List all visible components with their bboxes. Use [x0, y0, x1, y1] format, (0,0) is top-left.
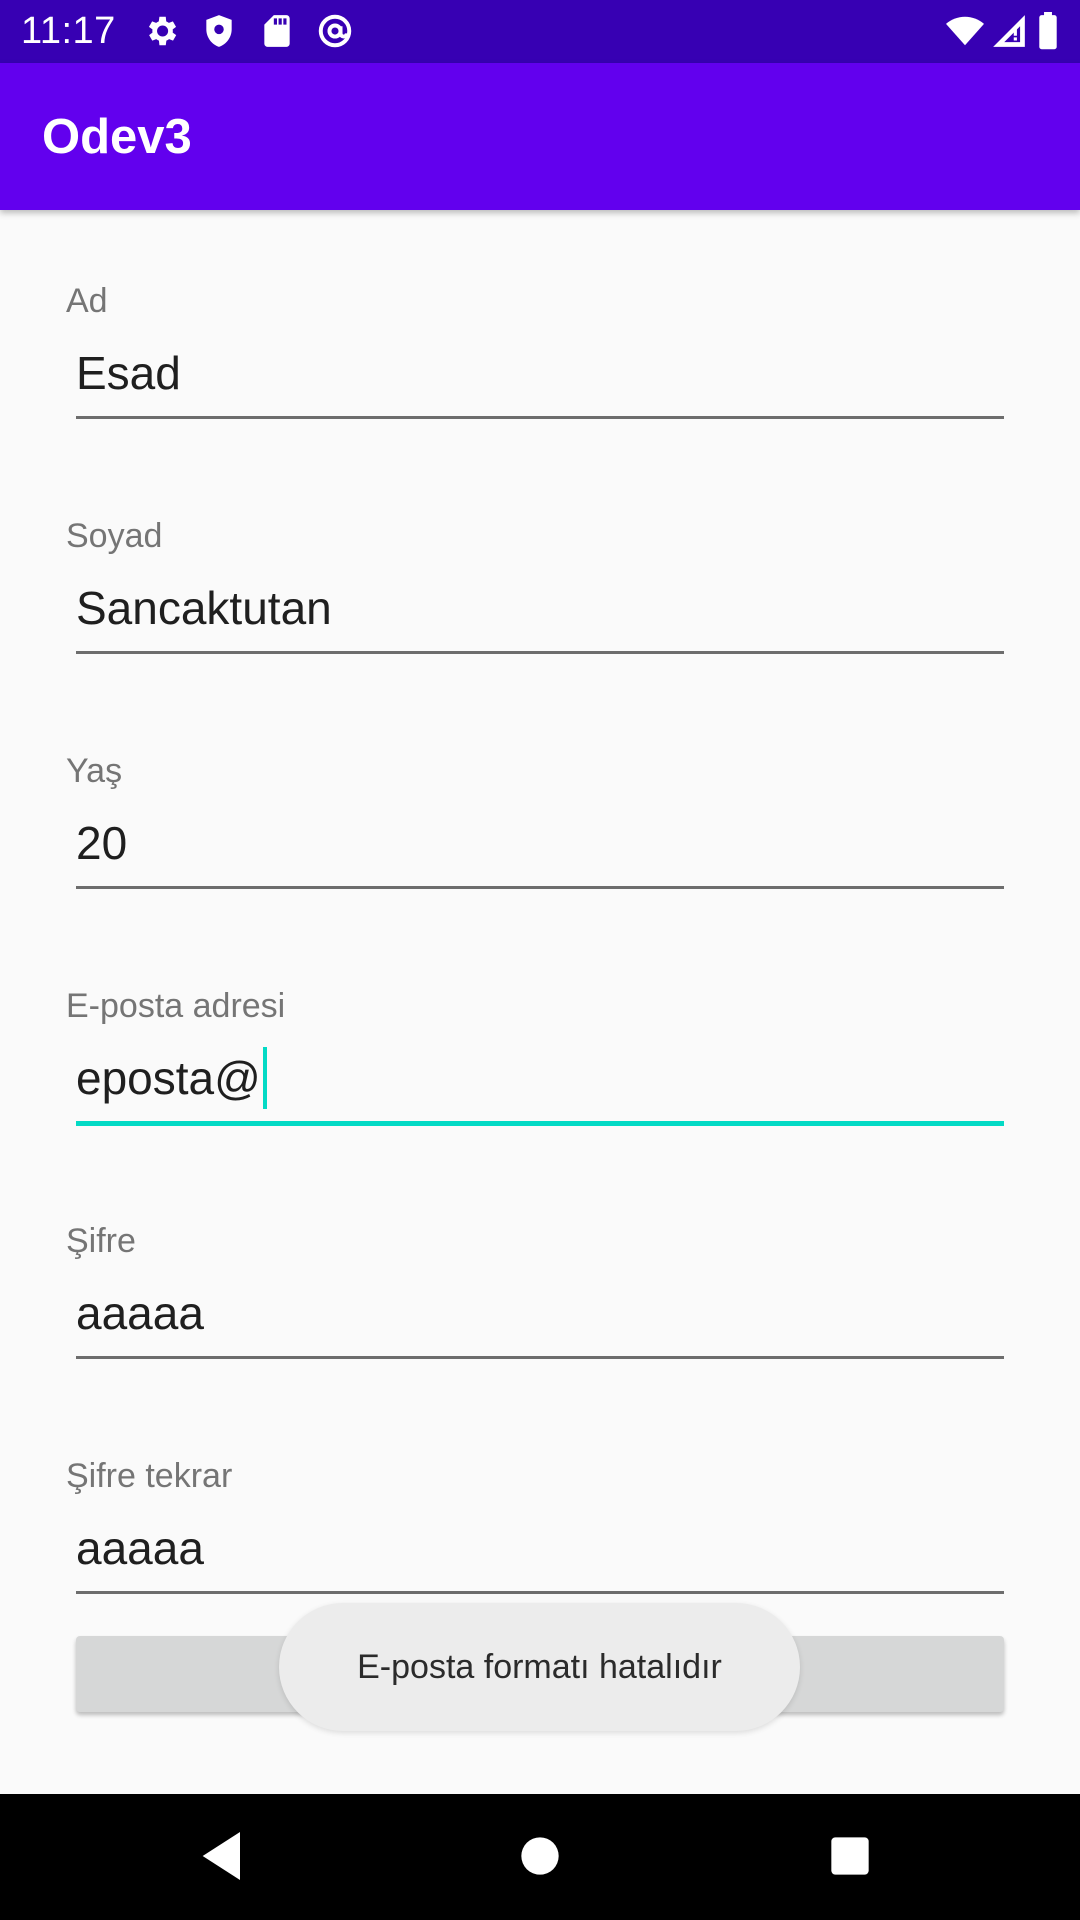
- first-name-input[interactable]: Esad: [76, 343, 1004, 407]
- home-icon[interactable]: [508, 1824, 572, 1888]
- signal-icon: [990, 12, 1028, 50]
- navigation-bar: [0, 1794, 1080, 1920]
- wifi-icon: [944, 12, 986, 50]
- email-input-text: eposta@: [76, 1052, 261, 1104]
- field-underline: [76, 1356, 1004, 1359]
- field-underline: [76, 416, 1004, 419]
- age-input[interactable]: 20: [76, 813, 1004, 877]
- field-underline-focused: [76, 1121, 1004, 1126]
- password-field[interactable]: Şifre aaaaa: [0, 1221, 1080, 1391]
- field-underline: [76, 1591, 1004, 1594]
- sd-card-icon: [258, 12, 296, 50]
- field-label: Ad: [66, 282, 108, 320]
- last-name-field[interactable]: Soyad Sancaktutan: [0, 516, 1080, 686]
- recents-icon[interactable]: [818, 1824, 882, 1888]
- back-icon[interactable]: [192, 1824, 256, 1888]
- field-label: Şifre tekrar: [66, 1457, 233, 1495]
- battery-icon: [1036, 12, 1060, 50]
- password-input[interactable]: aaaaa: [76, 1283, 1004, 1347]
- screen: 11:17 Odev3 Ad Esad Soyad Sancaktutan Ya…: [0, 0, 1080, 1920]
- at-sign-icon: [316, 12, 354, 50]
- password-repeat-input[interactable]: aaaaa: [76, 1518, 1004, 1582]
- password-repeat-field[interactable]: Şifre tekrar aaaaa: [0, 1456, 1080, 1626]
- field-label: Yaş: [66, 752, 123, 790]
- app-bar: Odev3: [0, 63, 1080, 210]
- email-input[interactable]: eposta@: [76, 1046, 1004, 1112]
- age-field[interactable]: Yaş 20: [0, 751, 1080, 921]
- field-label: E-posta adresi: [66, 987, 286, 1025]
- field-label: Şifre: [66, 1222, 136, 1260]
- toast-message: E-posta formatı hatalıdır: [279, 1603, 800, 1731]
- email-field[interactable]: E-posta adresi eposta@: [0, 986, 1080, 1156]
- field-underline: [76, 651, 1004, 654]
- field-label: Soyad: [66, 517, 163, 555]
- shield-icon: [200, 12, 238, 50]
- first-name-field[interactable]: Ad Esad: [0, 281, 1080, 451]
- status-time: 11:17: [21, 10, 116, 52]
- app-title: Odev3: [42, 110, 192, 164]
- status-bar: 11:17: [0, 0, 1080, 63]
- text-cursor: [262, 1046, 267, 1109]
- last-name-input[interactable]: Sancaktutan: [76, 578, 1004, 642]
- gear-icon: [142, 12, 180, 50]
- field-underline: [76, 886, 1004, 889]
